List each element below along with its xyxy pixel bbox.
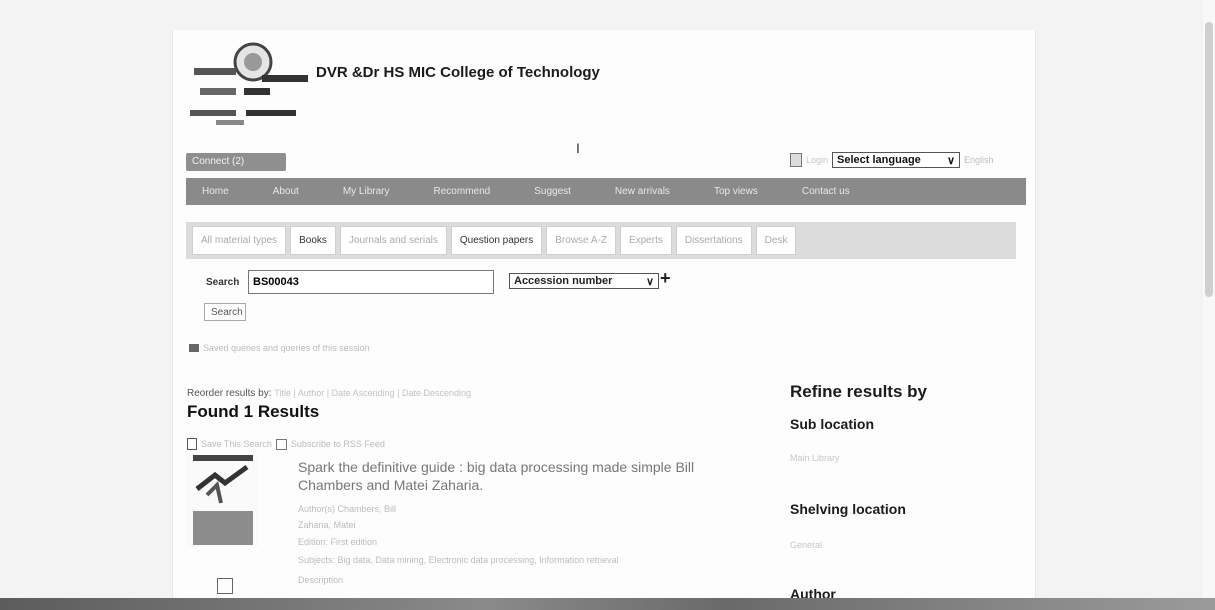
tab-all-material-types[interactable]: All material types xyxy=(192,226,287,255)
result-author-2: Zaharia, Matei xyxy=(298,520,356,530)
reorder-row: Reorder results by: Title | Author | Dat… xyxy=(187,388,471,399)
rss-link[interactable]: Subscribe to RSS Feed xyxy=(291,439,385,449)
tab-experts[interactable]: Experts xyxy=(619,226,672,255)
vertical-scrollbar[interactable] xyxy=(1203,0,1215,610)
nav-item[interactable]: Contact us xyxy=(802,186,850,197)
search-label: Search xyxy=(206,277,240,288)
result-title[interactable]: Spark the definitive guide : big data pr… xyxy=(298,458,718,494)
search-button[interactable]: Search xyxy=(204,303,246,321)
tab-desk[interactable]: Desk xyxy=(755,226,797,255)
nav-item[interactable]: Top views xyxy=(714,186,758,197)
result-title-text[interactable]: Spark the definitive guide : big data pr… xyxy=(298,459,694,493)
refine-sub-location-item[interactable]: Main Library xyxy=(790,453,840,463)
save-search-icon[interactable] xyxy=(187,438,197,450)
chevron-down-icon: ∨ xyxy=(946,154,956,167)
tab-question-papers[interactable]: Question papers xyxy=(450,226,543,255)
refine-shelving-heading: Shelving location xyxy=(790,501,906,517)
rss-icon[interactable] xyxy=(275,438,287,450)
saved-queries-link[interactable]: Saved queries and queries of this sessio… xyxy=(203,343,370,353)
result-actions: Save This Search Subscribe to RSS Feed xyxy=(187,438,385,450)
refine-sub-location-heading: Sub location xyxy=(790,416,874,432)
nav-item[interactable]: Recommend xyxy=(434,186,491,197)
save-search-link[interactable]: Save This Search xyxy=(201,439,272,449)
reorder-label: Reorder results by: xyxy=(187,388,272,399)
login-link[interactable]: Login xyxy=(806,155,828,165)
refine-title: Refine results by xyxy=(790,382,927,401)
search-index-value: Accession number xyxy=(514,275,613,287)
user-icon[interactable] xyxy=(790,153,802,167)
nav-item[interactable]: Home xyxy=(202,186,229,197)
scrollbar-thumb[interactable] xyxy=(1205,22,1213,297)
chevron-down-icon: ∨ xyxy=(645,275,654,288)
college-logo xyxy=(190,42,308,125)
nav-item[interactable]: Suggest xyxy=(534,186,571,197)
language-select[interactable]: Select language ∨ xyxy=(832,152,961,168)
results-count-heading: Found 1 Results xyxy=(187,402,320,421)
result-subjects: Subjects: Big data, Data mining, Electro… xyxy=(298,555,619,565)
saved-queries-row: Saved queries and queries of this sessio… xyxy=(189,343,370,353)
nav-item[interactable]: New arrivals xyxy=(615,186,670,197)
reorder-options[interactable]: Title | Author | Date Ascending | Date D… xyxy=(274,388,471,398)
tab-dissertations[interactable]: Dissertations xyxy=(675,226,752,255)
language-tail-text: English xyxy=(964,155,994,165)
main-navigation: Home About My Library Recommend Suggest … xyxy=(186,178,1026,205)
book-cover-image[interactable] xyxy=(187,455,259,547)
language-select-value: Select language xyxy=(837,154,921,166)
refine-shelving-item[interactable]: General xyxy=(790,540,822,550)
search-input[interactable] xyxy=(248,270,494,294)
nav-item[interactable]: My Library xyxy=(343,186,390,197)
language-area: Login Select language ∨ English xyxy=(790,152,994,168)
nav-item[interactable]: About xyxy=(273,186,299,197)
college-name: DVR &Dr HS MIC College of Technology xyxy=(316,64,600,81)
taskbar xyxy=(0,598,1215,610)
folder-icon xyxy=(189,344,199,352)
tab-browse[interactable]: Browse A-Z xyxy=(546,226,616,255)
tab-journals[interactable]: Journals and serials xyxy=(339,226,447,255)
result-description: Description xyxy=(298,575,344,585)
result-author: Author(s) Chambers, Bill xyxy=(298,504,397,514)
tab-books[interactable]: Books xyxy=(290,226,336,255)
material-type-tabs: All material types Books Journals and se… xyxy=(186,222,1016,259)
availability-icon[interactable] xyxy=(217,578,233,594)
connect-social-bar[interactable]: Connect (2) xyxy=(186,153,286,171)
add-search-field-button[interactable]: + xyxy=(660,268,671,289)
search-index-select[interactable]: Accession number ∨ xyxy=(509,273,659,289)
text-cursor-mark: I xyxy=(576,140,580,156)
result-edition: Edition: First edition xyxy=(298,537,378,547)
